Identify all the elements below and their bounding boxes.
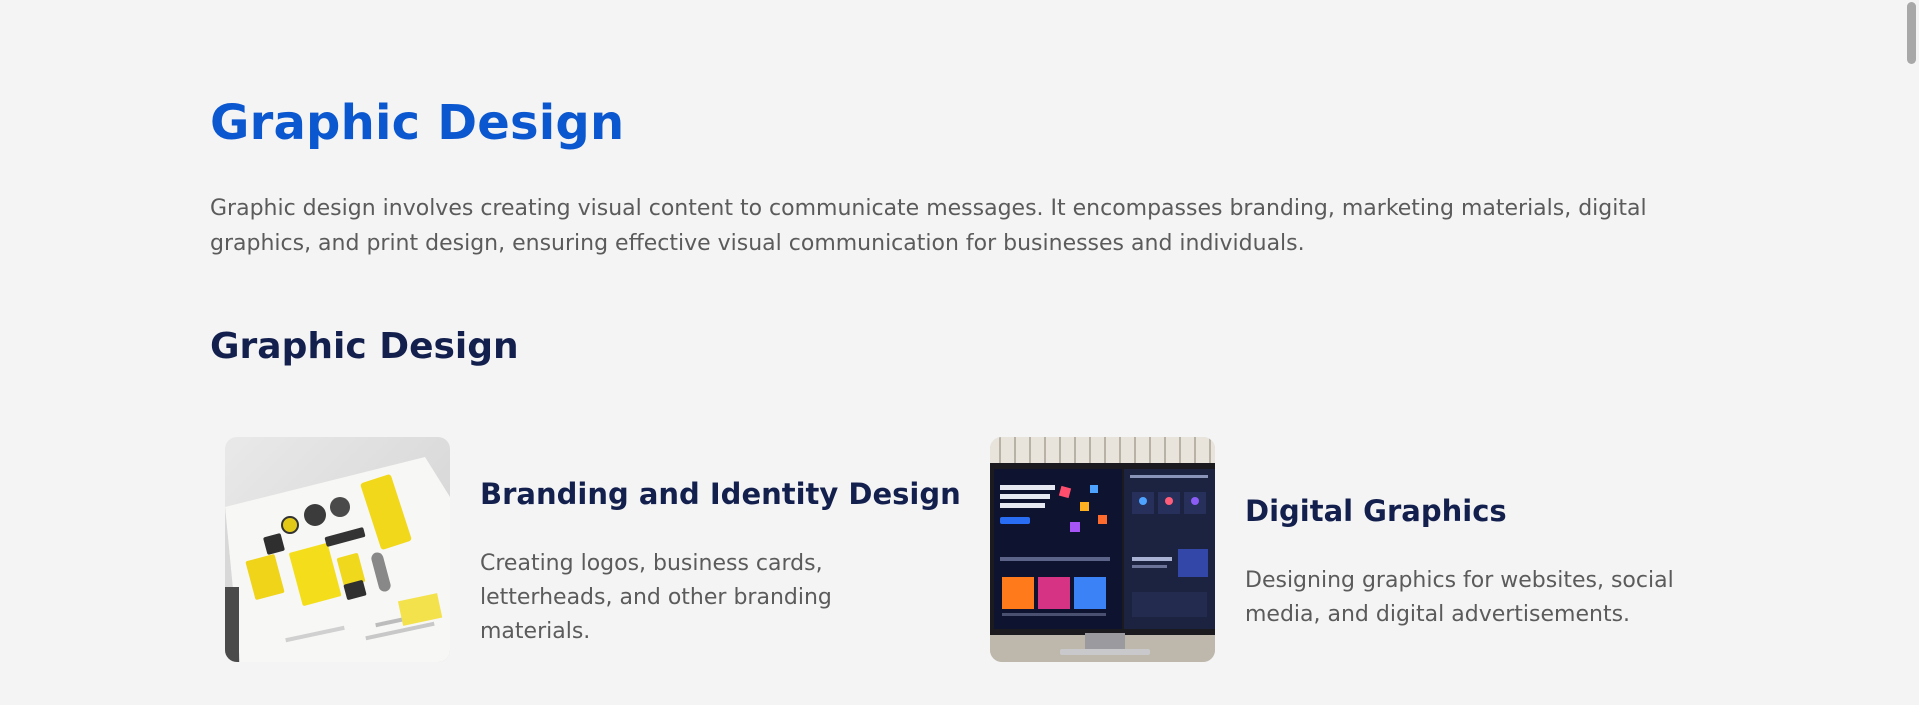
branding-photo bbox=[225, 437, 450, 662]
section-title: Graphic Design bbox=[210, 326, 519, 367]
service-card-digital-graphics: Digital Graphics Designing graphics for … bbox=[990, 437, 1730, 662]
service-card-branding: Branding and Identity Design Creating lo… bbox=[225, 437, 965, 662]
card-title: Digital Graphics bbox=[1245, 494, 1507, 528]
card-description: Creating logos, business cards, letterhe… bbox=[480, 551, 832, 644]
scrollbar-thumb[interactable] bbox=[1907, 2, 1916, 64]
page: Graphic Design Graphic design involves c… bbox=[0, 0, 1919, 705]
monitor-photo bbox=[990, 437, 1215, 662]
vertical-scrollbar[interactable] bbox=[1904, 0, 1919, 705]
card-description: Designing graphics for websites, social … bbox=[1245, 568, 1674, 627]
intro-paragraph: Graphic design involves creating visual … bbox=[210, 196, 1647, 256]
card-title: Branding and Identity Design bbox=[480, 477, 961, 511]
page-title: Graphic Design bbox=[210, 95, 625, 151]
